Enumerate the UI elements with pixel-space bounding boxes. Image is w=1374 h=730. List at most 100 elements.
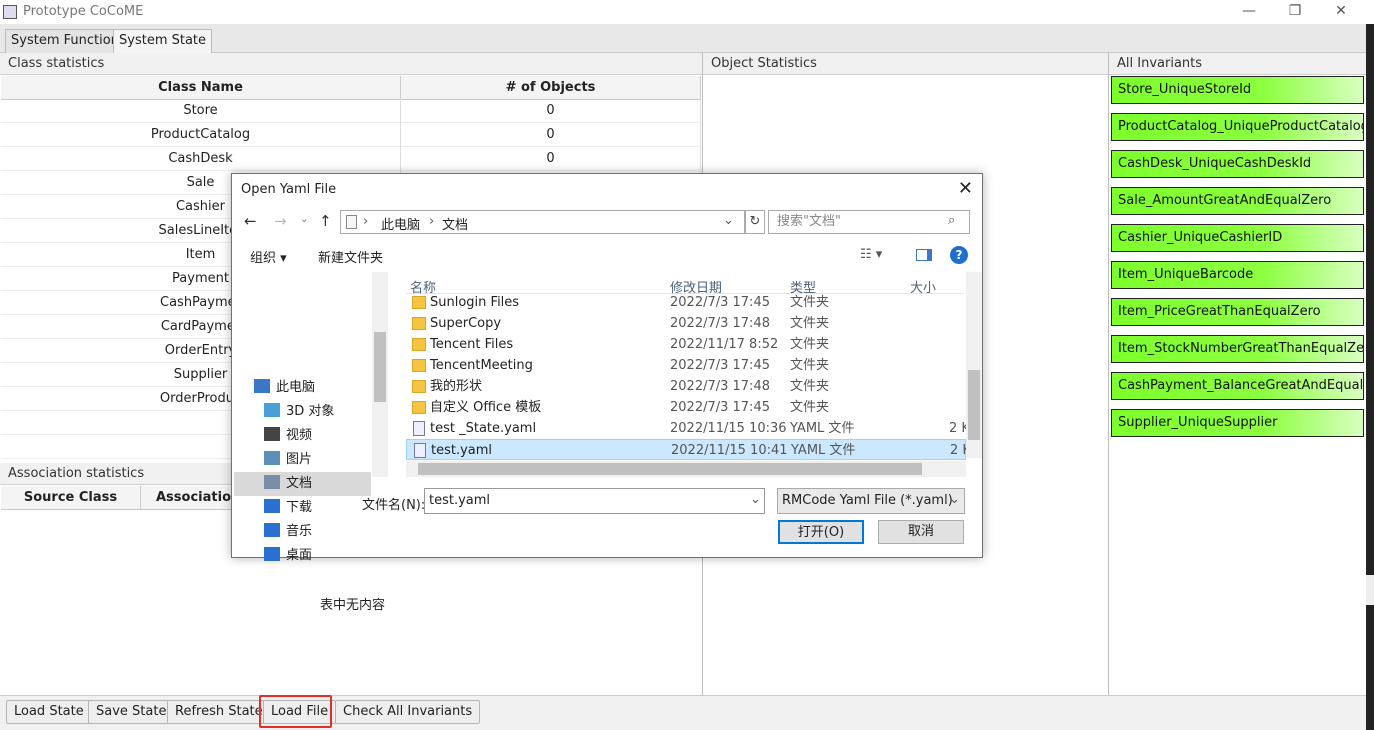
file-type-select[interactable]: RMCode Yaml File (*.yaml): [777, 488, 965, 514]
nav-item[interactable]: 视频: [264, 424, 312, 448]
chevron-down-icon[interactable]: ⌄: [723, 213, 734, 228]
filename-input[interactable]: test.yaml: [424, 488, 765, 514]
dialog-close-icon[interactable]: ✕: [958, 178, 973, 199]
file-row[interactable]: TencentMeeting 2022/7/3 17:45 文件夹: [406, 355, 966, 376]
open-file-dialog: Open Yaml File ✕ ← → ⌄ ↑ › 此电脑 › 文档 ⌄ ↻ …: [231, 173, 983, 563]
search-icon[interactable]: ⌕: [948, 213, 955, 228]
chevron-down-icon[interactable]: ⌄: [949, 492, 960, 507]
breadcrumb-pc[interactable]: 此电脑: [381, 214, 420, 233]
folder-icon: [412, 359, 426, 372]
nav-item[interactable]: 此电脑: [254, 376, 315, 400]
table-row[interactable]: Store 0: [1, 99, 701, 123]
cancel-button[interactable]: 取消: [878, 520, 964, 544]
folder-icon: [412, 401, 426, 414]
object-count-cell: 0: [401, 123, 701, 147]
file-row[interactable]: Tencent Files 2022/11/17 8:52 文件夹: [406, 334, 966, 355]
class-name-cell: Store: [1, 99, 401, 123]
file-type: 文件夹: [790, 358, 830, 373]
object-count-cell: 0: [401, 99, 701, 123]
load-state-button[interactable]: Load State: [6, 700, 92, 724]
class-name-cell: ProductCatalog: [1, 123, 401, 147]
nav-item-label: 图片: [286, 452, 313, 467]
invariant-item[interactable]: Item_UniqueBarcode: [1111, 261, 1364, 289]
invariant-item[interactable]: Store_UniqueStoreId: [1111, 76, 1364, 104]
file-row[interactable]: test _State.yaml 2022/11/15 10:36 YAML 文件 2…: [406, 418, 970, 439]
edge-strip: [1366, 575, 1374, 605]
invariant-item[interactable]: CashPayment_BalanceGreatAndEqualZero: [1111, 372, 1364, 400]
invariants-header: All Invariants: [1109, 53, 1366, 75]
folder-icon: [412, 296, 426, 309]
maximize-button[interactable]: ❐: [1272, 0, 1318, 24]
table-row[interactable]: CashDesk 0: [1, 147, 701, 171]
invariant-item[interactable]: Item_PriceGreatThanEqualZero: [1111, 298, 1364, 326]
file-name: 我的形状: [430, 379, 483, 394]
folder-icon: [412, 380, 426, 393]
invariant-item[interactable]: CashDesk_UniqueCashDeskId: [1111, 150, 1364, 178]
horizontal-scrollbar[interactable]: [406, 461, 966, 477]
nav-item[interactable]: 桌面: [264, 544, 312, 568]
file-row[interactable]: 我的形状 2022/7/3 17:48 文件夹: [406, 376, 966, 397]
nav-item[interactable]: 音乐: [264, 520, 312, 544]
divider: [1108, 53, 1109, 695]
nav-item-icon: [264, 451, 280, 465]
minimize-button[interactable]: —: [1226, 0, 1272, 24]
nav-item-label: 下载: [286, 500, 313, 515]
file-name: TencentMeeting: [430, 358, 533, 373]
file-row[interactable]: 自定义 Office 模板 2022/7/3 17:45 文件夹: [406, 397, 966, 418]
tab-system-state[interactable]: System State: [113, 29, 213, 53]
file-date: 2022/7/3 17:45: [670, 400, 770, 415]
back-arrow-icon[interactable]: ←: [244, 212, 257, 230]
file-icon: [413, 421, 425, 436]
nav-item-icon: [264, 475, 280, 489]
tab-bar: System Function System State: [0, 24, 1366, 53]
folder-icon: [412, 338, 426, 351]
nav-item[interactable]: 图片: [264, 448, 312, 472]
help-icon[interactable]: ?: [950, 246, 968, 264]
organize-button[interactable]: 组织 ▾: [250, 247, 287, 266]
table-row[interactable]: ProductCatalog 0: [1, 123, 701, 147]
file-scrollbar[interactable]: [966, 272, 982, 458]
refresh-icon[interactable]: ↻: [745, 210, 765, 234]
col-source-class[interactable]: Source Class: [1, 486, 141, 510]
forward-arrow-icon[interactable]: →: [274, 212, 287, 230]
file-date: 2022/7/3 17:45: [670, 295, 770, 310]
invariant-item[interactable]: Item_StockNumberGreatThanEqualZero: [1111, 335, 1364, 363]
preview-pane-icon[interactable]: [916, 249, 932, 261]
file-date: 2022/11/15 10:41: [671, 443, 788, 458]
address-bar[interactable]: › 此电脑 › 文档 ⌄: [340, 210, 745, 234]
file-date: 2022/7/3 17:48: [670, 316, 770, 331]
search-input[interactable]: 搜索"文档": [768, 210, 970, 234]
invariant-item[interactable]: Sale_AmountGreatAndEqualZero: [1111, 187, 1364, 215]
col-num-objects[interactable]: # of Objects: [401, 76, 701, 100]
refresh-state-button[interactable]: Refresh State: [167, 700, 271, 724]
save-state-button[interactable]: Save State: [88, 700, 175, 724]
computer-icon: [346, 215, 357, 229]
file-row[interactable]: test.yaml 2022/11/15 10:41 YAML 文件 2 K: [406, 439, 971, 460]
empty-table-message: 表中无内容: [320, 598, 386, 613]
close-button[interactable]: ✕: [1318, 0, 1364, 24]
nav-item[interactable]: 下载: [264, 496, 312, 520]
nav-item-label: 3D 对象: [286, 404, 335, 419]
invariant-item[interactable]: ProductCatalog_UniqueProductCatalogId: [1111, 113, 1364, 141]
check-invariants-button[interactable]: Check All Invariants: [335, 700, 481, 724]
recent-dropdown-icon[interactable]: ⌄: [300, 214, 308, 225]
view-options-icon[interactable]: ☷ ▾: [860, 247, 882, 262]
file-name: Sunlogin Files: [430, 295, 520, 310]
tab-system-function[interactable]: System Function: [5, 29, 125, 53]
file-row[interactable]: SuperCopy 2022/7/3 17:48 文件夹: [406, 313, 966, 334]
nav-scrollbar[interactable]: [372, 272, 388, 477]
chevron-down-icon[interactable]: ⌄: [750, 492, 761, 507]
app-icon: [3, 5, 17, 19]
invariant-item[interactable]: Supplier_UniqueSupplier: [1111, 409, 1364, 437]
nav-item[interactable]: 文档: [234, 472, 371, 496]
class-table-header: Class Name # of Objects: [1, 76, 701, 100]
invariant-item[interactable]: Cashier_UniqueCashierID: [1111, 224, 1364, 252]
col-class-name[interactable]: Class Name: [1, 76, 401, 100]
up-arrow-icon[interactable]: ↑: [319, 212, 332, 230]
new-folder-button[interactable]: 新建文件夹: [318, 247, 383, 266]
open-button[interactable]: 打开(O): [778, 520, 864, 544]
nav-item[interactable]: 3D 对象: [264, 400, 334, 424]
breadcrumb-documents[interactable]: 文档: [442, 214, 468, 233]
title-bar: Prototype CoCoME — ❐ ✕: [0, 0, 1374, 24]
file-row[interactable]: Sunlogin Files 2022/7/3 17:45 文件夹: [406, 292, 966, 313]
